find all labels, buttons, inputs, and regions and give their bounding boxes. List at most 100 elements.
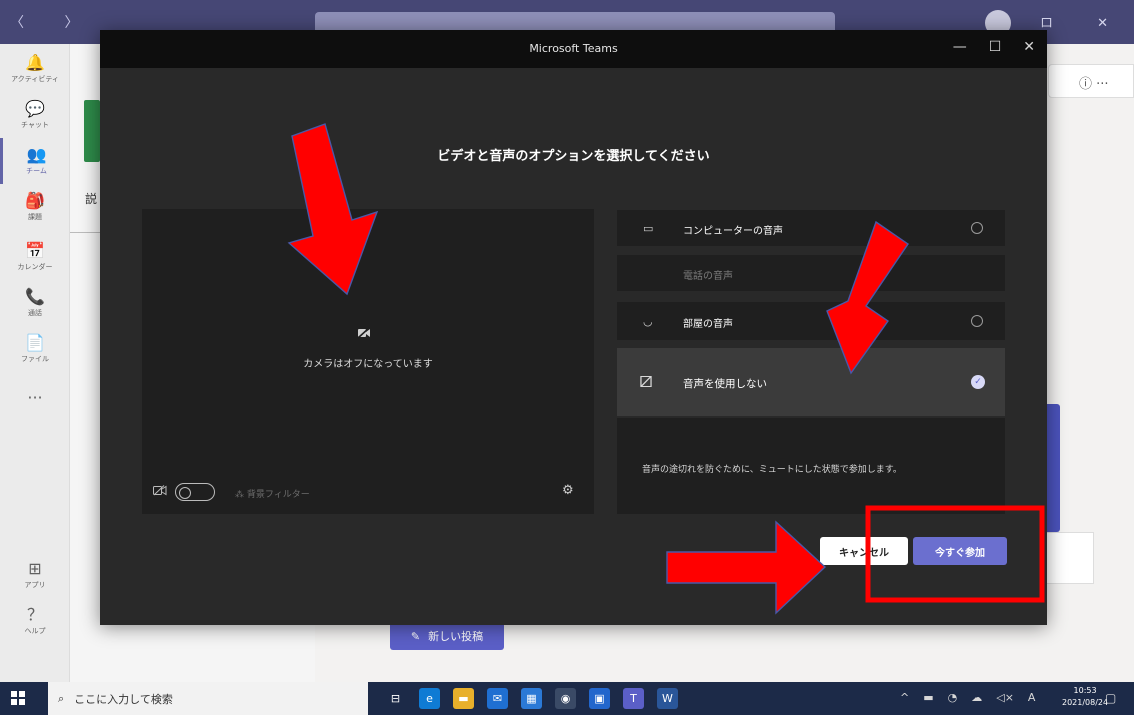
no-audio-label: 音声を使用しない — [683, 378, 767, 390]
camera-off-text: カメラはオフになっています — [303, 359, 433, 370]
camera-icon — [153, 485, 167, 499]
maximize-icon[interactable]: ☐ — [989, 39, 1002, 55]
search-icon: ⌕ — [58, 691, 65, 705]
rail-apps[interactable]: ⊞ アプリ — [0, 552, 70, 598]
left-app-rail: 🔔 アクティビティ 💬 チャット 👥 チーム 🎒 課題 📅 カレンダー 📞 通話 📄 ファイル ··· ⊞ アプ… — [0, 44, 70, 682]
camera-icon[interactable]: ◉ — [555, 688, 576, 709]
rail-files[interactable]: 📄 ファイル — [0, 326, 70, 372]
assignments-icon: 🎒 — [25, 191, 45, 210]
rail-calendar[interactable]: 📅 カレンダー — [0, 234, 70, 280]
close-icon[interactable]: ✕ — [1023, 39, 1035, 55]
background-filter-label: 背景フィルター — [246, 490, 310, 500]
rail-more[interactable]: ··· — [0, 376, 70, 422]
background-filter-icon: ⁂ — [235, 490, 244, 500]
word-icon[interactable]: W — [657, 688, 678, 709]
dialog-title-bar: Microsoft Teams — ☐ ✕ — [100, 30, 1047, 68]
rail-activity[interactable]: 🔔 アクティビティ — [0, 46, 70, 92]
audio-option-computer[interactable]: ▭ コンピューターの音声 — [617, 210, 1005, 246]
phone-audio-label: 電話の音声 — [683, 271, 733, 282]
activity-icon: 🔔 — [25, 53, 45, 72]
rail-item-label: ヘルプ — [24, 627, 46, 635]
battery-icon[interactable]: ▬ — [923, 691, 933, 704]
store-icon[interactable]: ▣ — [589, 688, 610, 709]
windows-start-icon[interactable] — [11, 691, 25, 705]
audio-option-phone[interactable]: 電話の音声 — [617, 255, 1005, 291]
calls-icon: 📞 — [25, 287, 45, 306]
task-view-icon[interactable]: ⊟ — [385, 688, 406, 709]
rail-item-label: チャット — [21, 121, 49, 129]
rail-chat[interactable]: 💬 チャット — [0, 92, 70, 138]
rail-item-label: 通話 — [28, 309, 42, 317]
back-forward-icons[interactable]: 〈 〉 — [10, 12, 96, 32]
new-post-label: 新しい投稿 — [428, 630, 484, 643]
new-post-button[interactable]: ✎ 新しい投稿 — [390, 622, 504, 650]
team-tile[interactable] — [84, 100, 100, 162]
mail-icon[interactable]: ✉ — [487, 688, 508, 709]
background-filter-button[interactable]: ⁂ 背景フィルター — [235, 487, 310, 500]
taskbar-search-box[interactable]: ⌕ ここに入力して検索 — [48, 682, 368, 715]
join-now-button[interactable]: 今すぐ参加 — [913, 537, 1007, 565]
windows-taskbar: ⌕ ここに入力して検索 ⊟ e ▬ ✉ ▦ ◉ ▣ T W ^ ▬ ◔ ☁ ◁× A 10:53… — [0, 682, 1134, 715]
dialog-heading: ビデオと音声のオプションを選択してください — [437, 149, 710, 164]
volume-icon[interactable]: ◁× — [996, 691, 1014, 704]
calendar-icon: 📅 — [25, 241, 45, 260]
compose-icon: ✎ — [410, 629, 421, 643]
onedrive-icon[interactable]: ☁ — [971, 691, 982, 704]
network-icon[interactable]: ◔ — [948, 691, 958, 704]
audio-option-none[interactable]: ⧄ 音声を使用しない ✓ — [617, 348, 1005, 416]
minimize-icon[interactable]: — — [953, 39, 967, 55]
channel-label[interactable]: 説 — [85, 190, 97, 207]
post-card — [1040, 532, 1094, 584]
rail-teams[interactable]: 👥 チーム — [0, 138, 70, 184]
explorer-icon[interactable]: ▬ — [453, 688, 474, 709]
clock-time: 10:53 — [1073, 686, 1097, 695]
chevron-up-icon[interactable]: ^ — [900, 691, 909, 704]
notification-icon[interactable]: ▢ — [1105, 691, 1116, 705]
clock-date: 2021/08/24 — [1062, 698, 1109, 707]
system-tray: ^ ▬ ◔ ☁ ◁× A — [900, 691, 1035, 704]
divider — [70, 232, 100, 233]
more-icon: ··· — [27, 388, 43, 407]
teams-icon[interactable]: T — [623, 688, 644, 709]
computer-audio-label: コンピューターの音声 — [683, 226, 783, 237]
room-audio-icon: ◡ — [643, 315, 653, 328]
ime-indicator[interactable]: A — [1028, 691, 1036, 704]
camera-off-icon — [357, 327, 371, 343]
channel-header-controls[interactable]: ⓘ ··· — [1048, 64, 1134, 98]
dialog-title: Microsoft Teams — [529, 42, 618, 55]
room-audio-radio[interactable] — [971, 315, 983, 327]
audio-off-icon: ⧄ — [639, 368, 653, 393]
teams-icon: 👥 — [26, 145, 47, 164]
taskbar-clock[interactable]: 10:53 2021/08/24 — [1062, 685, 1108, 709]
rail-item-label: ファイル — [21, 355, 49, 363]
audio-option-room[interactable]: ◡ 部屋の音声 — [617, 302, 1005, 340]
chat-icon: 💬 — [25, 99, 45, 118]
rail-calls[interactable]: 📞 通話 — [0, 280, 70, 326]
cancel-button[interactable]: キャンセル — [820, 537, 908, 565]
selected-check-icon[interactable]: ✓ — [971, 375, 985, 389]
taskbar-search-placeholder: ここに入力して検索 — [74, 692, 173, 706]
edge-icon[interactable]: e — [419, 688, 440, 709]
teams-window-controls[interactable]: ロ ✕ — [1040, 12, 1128, 31]
computer-audio-radio[interactable] — [971, 222, 983, 234]
rail-item-label: チーム — [26, 167, 47, 175]
rail-item-label: カレンダー — [17, 263, 53, 271]
taskbar-apps: ⊟ e ▬ ✉ ▦ ◉ ▣ T W — [385, 688, 678, 709]
monitor-icon: ▭ — [643, 222, 654, 235]
device-settings-icon[interactable]: ⚙ — [562, 483, 574, 498]
no-audio-description: 音声の途切れを防ぐために、ミュートにした状態で参加します。 — [642, 465, 902, 475]
no-audio-description-box: 音声の途切れを防ぐために、ミュートにした状態で参加します。 — [617, 418, 1005, 514]
rail-item-label: 課題 — [28, 213, 42, 221]
rail-assignments[interactable]: 🎒 課題 — [0, 184, 70, 230]
rail-item-label: アクティビティ — [11, 75, 59, 83]
rail-item-label: アプリ — [24, 581, 46, 589]
help-icon: ？ — [26, 605, 43, 624]
photos-icon[interactable]: ▦ — [521, 688, 542, 709]
files-icon: 📄 — [25, 333, 45, 352]
rail-help[interactable]: ？ ヘルプ — [0, 598, 70, 644]
dialog-window-controls: — ☐ ✕ — [953, 39, 1035, 55]
camera-toggle[interactable] — [175, 483, 215, 501]
video-preview: カメラはオフになっています ⁂ 背景フィルター ⚙ — [142, 209, 594, 514]
room-audio-label: 部屋の音声 — [683, 319, 733, 330]
join-options-dialog: Microsoft Teams — ☐ ✕ ビデオと音声のオプションを選択してく… — [100, 30, 1047, 625]
